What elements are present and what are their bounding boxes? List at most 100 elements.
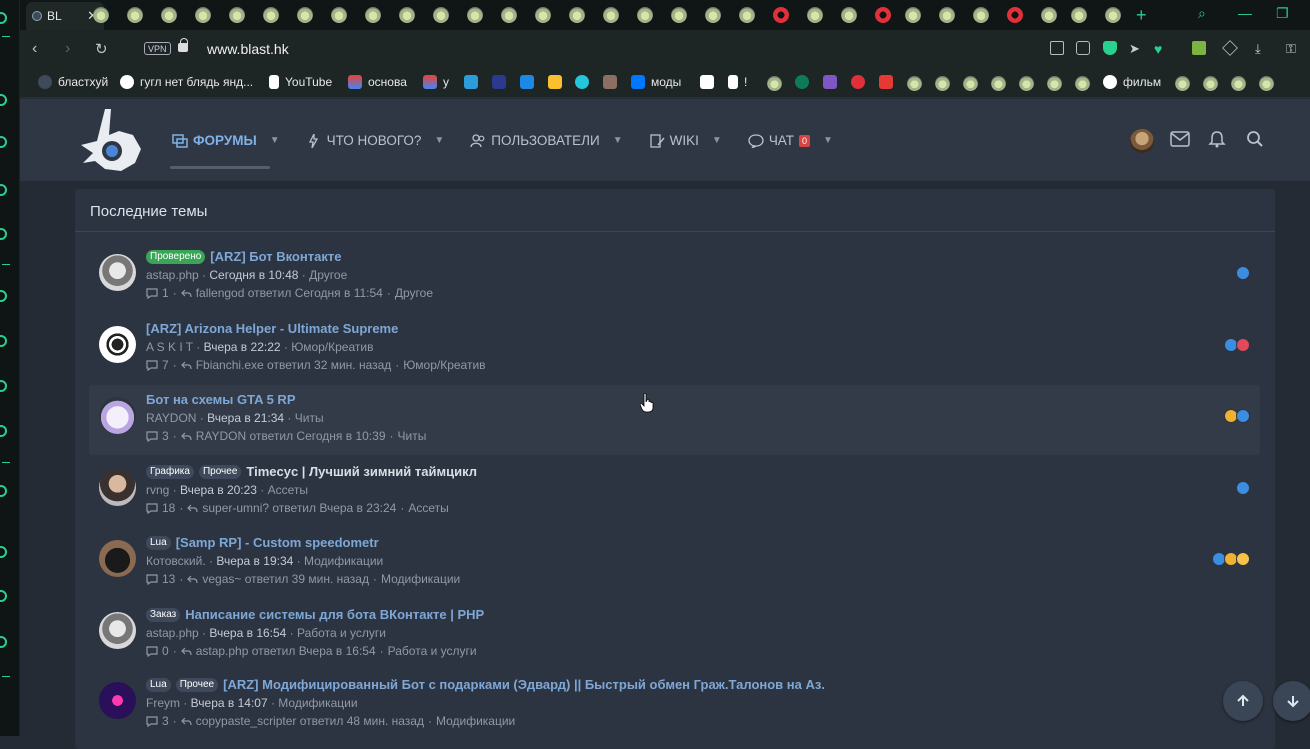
thread-author-avatar[interactable] [99,540,136,577]
bookmark-item[interactable] [464,75,478,89]
thread-title-link[interactable]: Бот на схемы GTA 5 RP [146,392,296,407]
thread-author[interactable]: Котовский. [146,554,206,568]
bookmark-item[interactable] [520,75,534,89]
tab-favicon-icon[interactable] [739,7,755,23]
thread-title-link[interactable]: [ARZ] Arizona Helper - Ultimate Supreme [146,321,398,336]
new-tab-icon[interactable]: + [1136,5,1147,26]
thread-prefix-label[interactable]: Графика [146,464,194,479]
thread-prefix-label[interactable]: Проверено [146,249,206,264]
sidebar-app-icon[interactable] [0,485,7,497]
thread-author[interactable]: RAYDON [146,411,196,425]
thread-row[interactable]: Заказ Написание системы для бота ВКонтакт… [89,600,1260,670]
bookmark-item[interactable]: ! [728,75,747,89]
tab-favicon-icon[interactable] [773,7,789,23]
nav-chat[interactable]: ЧАТ 0 ▼ [748,129,833,152]
thread-author-avatar[interactable] [99,254,136,291]
tab-favicon-icon[interactable] [161,7,177,23]
thread-date[interactable]: Вчера в 19:34 [216,554,293,568]
search-icon[interactable] [1246,130,1264,148]
reload-icon[interactable]: ↻ [95,40,108,58]
tab-favicon-icon[interactable] [535,7,551,23]
bookmark-item[interactable] [963,76,978,91]
thread-date[interactable]: Вчера в 22:22 [204,340,281,354]
bookmark-item[interactable] [575,75,589,89]
thread-forum-link[interactable]: Работа и услуги [297,626,386,640]
tab-favicon-icon[interactable] [433,7,449,23]
tab-favicon-icon[interactable] [1041,7,1057,23]
last-reply-info[interactable]: astap.php ответил Вчера в 16:54 [196,644,376,658]
bookmark-item[interactable]: фильм [1103,75,1161,89]
bookmark-item[interactable]: бластхуй [38,75,108,89]
tab-favicon-icon[interactable] [671,7,687,23]
last-reply-info[interactable]: super-umni? ответил Вчера в 23:24 [202,501,396,515]
send-icon[interactable]: ➤ [1129,41,1143,56]
thread-prefix-label[interactable]: Прочее [198,464,242,479]
bookmark-item[interactable] [1075,76,1090,91]
nav-users[interactable]: ПОЛЬЗОВАТЕЛИ ▼ [470,129,623,152]
bookmark-item[interactable]: основа [348,75,407,89]
last-reply-forum[interactable]: Модификации [436,714,515,728]
thread-author[interactable]: astap.php [146,626,199,640]
thread-author[interactable]: astap.php [146,268,199,282]
tab-favicon-icon[interactable] [705,7,721,23]
shield-icon[interactable] [1103,41,1117,55]
last-reply-forum[interactable]: Модификации [381,572,460,586]
tab-favicon-icon[interactable] [1105,7,1121,23]
thread-row[interactable]: [ARZ] Arizona Helper - Ultimate Supreme A… [89,314,1260,384]
camera-icon[interactable] [1076,41,1090,55]
url-field[interactable]: www.blast.hk [207,41,289,57]
thread-author-avatar[interactable] [99,326,136,363]
tab-favicon-icon[interactable] [263,7,279,23]
nav-forums[interactable]: ФОРУМЫ ▼ [172,129,280,152]
tab-favicon-icon[interactable] [331,7,347,23]
last-reply-info[interactable]: copypaste_scripter ответил 48 мин. назад [196,714,424,728]
tab-favicon-icon[interactable] [127,7,143,23]
chevron-down-icon[interactable]: ▼ [613,135,623,146]
tab-favicon-icon[interactable] [297,7,313,23]
thread-forum-link[interactable]: Модификации [304,554,383,568]
tab-favicon-icon[interactable] [939,7,955,23]
heart-icon[interactable]: ♥ [1154,41,1168,57]
bookmark-item[interactable] [991,76,1006,91]
reactions-summary[interactable] [1212,552,1250,566]
bell-icon[interactable] [1208,130,1226,148]
bookmark-item[interactable] [823,75,837,89]
thread-title-link[interactable]: Timecyc | Лучший зимний таймцикл [246,464,477,479]
thread-prefix-label[interactable]: Lua [146,535,171,550]
thread-author-avatar[interactable] [99,682,136,719]
thread-date[interactable]: Вчера в 14:07 [191,696,268,710]
scroll-top-button[interactable] [1223,681,1263,721]
tab-favicon-icon[interactable] [93,7,109,23]
bookmark-item[interactable] [907,76,922,91]
tab-favicon-icon[interactable] [807,7,823,23]
thread-row[interactable]: Lua [Samp RP] - Custom speedometr Котовски… [89,528,1260,598]
thread-prefix-label[interactable]: Lua [146,677,171,692]
tab-favicon-icon[interactable] [841,7,857,23]
bookmark-item[interactable] [1231,76,1246,91]
telegram-icon[interactable] [0,290,7,302]
thread-row[interactable]: Графика Прочее Timecyc | Лучший зимний тай… [89,457,1260,527]
chevron-down-icon[interactable]: ▼ [434,135,444,146]
site-logo[interactable] [75,105,147,177]
thread-title-link[interactable]: [ARZ] Бот Вконтакте [210,249,341,264]
tab-favicon-icon[interactable] [467,7,483,23]
bookmark-item[interactable] [548,75,562,89]
thread-title-link[interactable]: Написание системы для бота ВКонтакте | P… [185,607,484,622]
maximize-icon[interactable]: ❐ [1276,5,1289,22]
last-reply-info[interactable]: vegas~ ответил 39 мин. назад [202,572,369,586]
sidebar-app-icon[interactable] [0,94,7,106]
thread-prefix-label[interactable]: Заказ [146,607,181,622]
thread-row[interactable]: Lua Прочее [ARZ] Модифицированный Бот с по… [89,670,1260,740]
reactions-summary[interactable] [1236,266,1250,280]
last-reply-info[interactable]: Fbianchi.exe ответил 32 мин. назад [196,358,392,372]
thread-forum-link[interactable]: Модификации [278,696,357,710]
reactions-summary[interactable] [1236,481,1250,495]
bookmark-item[interactable] [851,75,865,89]
thread-author-avatar[interactable] [99,612,136,649]
nav-whats-new[interactable]: ЧТО НОВОГО? ▼ [306,129,444,152]
thread-forum-link[interactable]: Ассеты [268,483,308,497]
thread-prefix-label[interactable]: Прочее [175,677,219,692]
reactions-summary[interactable] [1224,409,1250,423]
bookmark-item[interactable]: гугл нет блядь янд... [120,75,253,89]
tab-favicon-icon[interactable] [365,7,381,23]
